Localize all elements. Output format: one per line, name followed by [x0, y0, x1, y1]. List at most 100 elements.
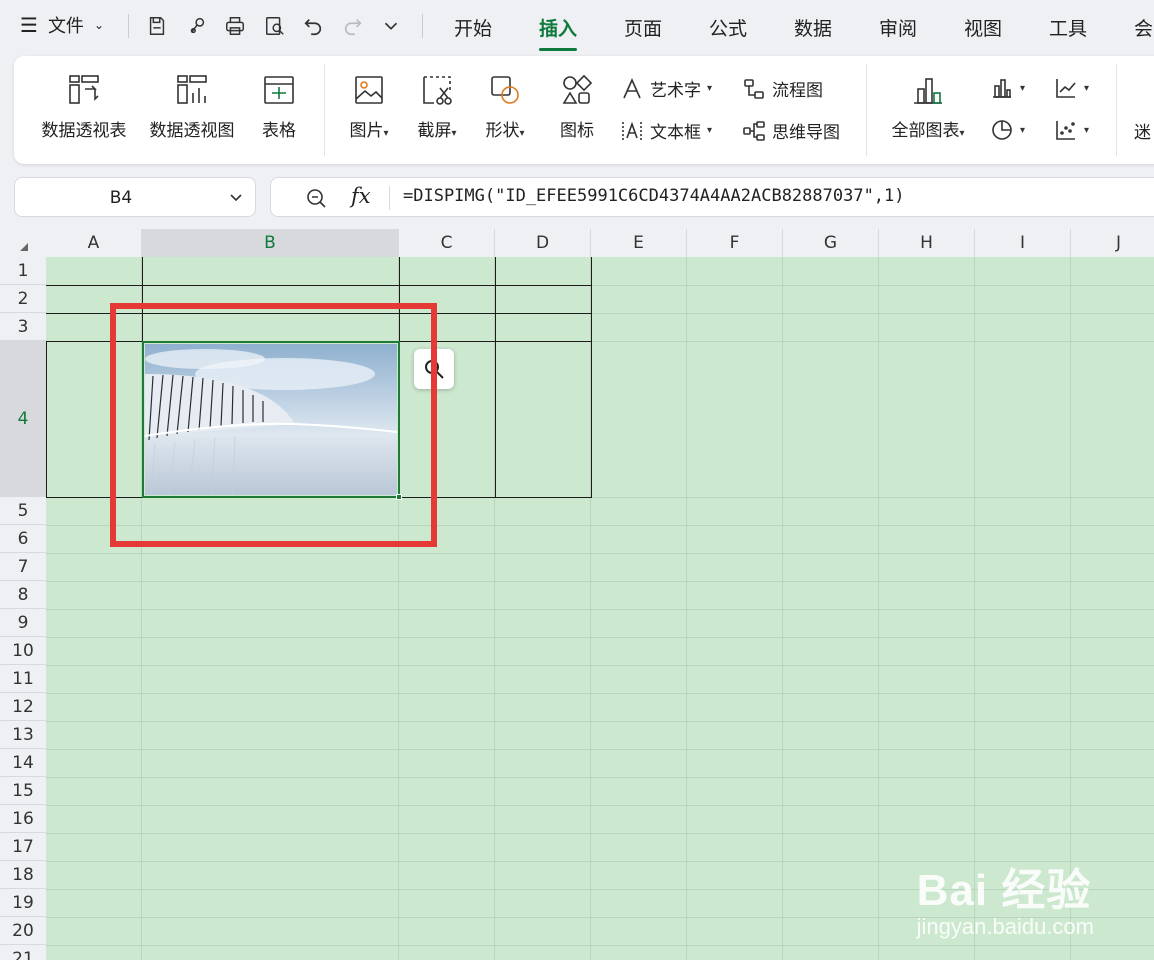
tab-formula[interactable]: 公式	[709, 14, 747, 41]
insert-function-icon[interactable]: fx	[351, 184, 371, 208]
tab-tools[interactable]: 工具	[1049, 14, 1087, 41]
column-header-d[interactable]: D	[495, 229, 591, 257]
row-header-1[interactable]: 1	[0, 257, 46, 285]
ribbon-divider	[1116, 64, 1117, 156]
row-header-13[interactable]: 13	[0, 721, 46, 749]
column-header-a[interactable]: A	[46, 229, 142, 257]
row-header-15[interactable]: 15	[0, 777, 46, 805]
tab-home[interactable]: 开始	[454, 14, 492, 41]
row-header-6[interactable]: 6	[0, 525, 46, 553]
wordart-button[interactable]: 艺术字 ▾	[620, 76, 712, 101]
shape-label: 形状▾	[485, 121, 525, 141]
row-header-5[interactable]: 5	[0, 497, 46, 525]
scatter-chart-button[interactable]: ▾	[1054, 118, 1089, 142]
picture-button[interactable]: 图片▾	[342, 70, 396, 141]
ribbon-insert: 数据透视表 数据透视图 表格 图片▾ 截屏▾ 形状▾ 图标 艺术字 ▾ 文本框 …	[14, 56, 1154, 164]
flowchart-button[interactable]: 流程图	[742, 76, 823, 101]
tab-insert[interactable]: 插入	[539, 14, 578, 51]
scissors-icon	[417, 70, 457, 110]
chevron-down-icon: ▾	[1020, 124, 1026, 136]
column-header-b[interactable]: B	[142, 229, 399, 257]
row-header-17[interactable]: 17	[0, 833, 46, 861]
icon-button[interactable]: 图标	[554, 70, 600, 141]
gridline	[46, 637, 1154, 638]
textbox-button[interactable]: 文本框 ▾	[620, 118, 712, 143]
gridline	[46, 665, 1154, 666]
watermark-logo-text: Bai 经验	[916, 866, 1092, 915]
ribbon-divider	[866, 64, 867, 156]
chevron-down-icon: ▾	[707, 125, 713, 136]
wordart-label: 艺术字	[650, 81, 701, 101]
link-icon[interactable]	[184, 13, 210, 39]
all-charts-button[interactable]: 全部图表▾	[882, 70, 974, 141]
chevron-down-icon[interactable]	[229, 190, 243, 209]
gridline	[46, 805, 1154, 806]
file-menu-label: 文件	[47, 16, 84, 37]
print-icon[interactable]	[222, 13, 248, 39]
name-box[interactable]: B4	[14, 177, 256, 217]
select-all-corner[interactable]	[0, 229, 46, 257]
line-chart-button[interactable]: ▾	[1054, 76, 1089, 100]
tab-data[interactable]: 数据	[794, 14, 832, 41]
icon-label: 图标	[560, 121, 594, 141]
textbox-label: 文本框	[650, 123, 701, 143]
wordart-icon	[623, 77, 641, 98]
row-header-12[interactable]: 12	[0, 693, 46, 721]
row-header-19[interactable]: 19	[0, 889, 46, 917]
pie-chart-button[interactable]: ▾	[990, 118, 1025, 142]
column-header-f[interactable]: F	[687, 229, 783, 257]
row-header-4[interactable]: 4	[0, 341, 46, 497]
pivot-table-button[interactable]: 数据透视表	[38, 70, 130, 141]
mindmap-button[interactable]: 思维导图	[742, 118, 840, 143]
row-header-2[interactable]: 2	[0, 285, 46, 313]
tab-view[interactable]: 视图	[964, 14, 1002, 41]
customize-chevron-icon[interactable]	[378, 13, 404, 39]
zoom-out-icon[interactable]	[305, 187, 327, 213]
tab-page[interactable]: 页面	[624, 14, 662, 41]
column-header-e[interactable]: E	[591, 229, 687, 257]
row-header-8[interactable]: 8	[0, 581, 46, 609]
save-icon[interactable]	[144, 13, 170, 39]
row-header-7[interactable]: 7	[0, 553, 46, 581]
line-chart-icon	[1056, 79, 1076, 98]
row-header-11[interactable]: 11	[0, 665, 46, 693]
row-header-16[interactable]: 16	[0, 805, 46, 833]
sparkline-button[interactable]: 迷	[1134, 118, 1151, 143]
formula-bar[interactable]: fx =DISPIMG("ID_EFEE5991C6CD4374A4AA2ACB…	[270, 177, 1154, 217]
column-header-i[interactable]: I	[975, 229, 1071, 257]
row-header-9[interactable]: 9	[0, 609, 46, 637]
print-preview-icon[interactable]	[262, 13, 288, 39]
watermark: Bai 经验 jingyan.baidu.com	[917, 854, 1094, 940]
pivot-chart-button[interactable]: 数据透视图	[146, 70, 238, 141]
gridline	[46, 777, 1154, 778]
row-header-20[interactable]: 20	[0, 917, 46, 945]
column-header-h[interactable]: H	[879, 229, 975, 257]
all-charts-label: 全部图表▾	[891, 121, 965, 141]
column-header-row: ABCDEFGHIJ	[0, 229, 1154, 257]
formula-input[interactable]: =DISPIMG("ID_EFEE5991C6CD4374A4AA2ACB828…	[403, 186, 905, 206]
spreadsheet-grid: ABCDEFGHIJ Bai 经验 jingyan.baidu.com 1 2 …	[0, 229, 1154, 960]
menu-bar: ☰ 文件 ⌄ 开始 插入 页面 公式 数据 审阅 视图 工具 会	[0, 0, 1154, 54]
row-header-21[interactable]: 21	[0, 945, 46, 960]
screenshot-button[interactable]: 截屏▾	[410, 70, 464, 141]
column-chart-button[interactable]: ▾	[990, 76, 1025, 100]
redo-icon[interactable]	[340, 13, 366, 39]
picture-label: 图片▾	[349, 121, 389, 141]
row-header-3[interactable]: 3	[0, 313, 46, 341]
table-button[interactable]: 表格	[256, 70, 302, 141]
divider	[128, 14, 129, 38]
tab-member[interactable]: 会	[1134, 14, 1153, 41]
undo-icon[interactable]	[300, 13, 326, 39]
column-header-j[interactable]: J	[1071, 229, 1154, 257]
file-menu[interactable]: ☰ 文件 ⌄	[20, 12, 104, 38]
tab-review[interactable]: 审阅	[879, 14, 917, 41]
column-header-g[interactable]: G	[783, 229, 879, 257]
ribbon-divider	[324, 64, 325, 156]
shape-button[interactable]: 形状▾	[478, 70, 532, 141]
column-header-c[interactable]: C	[399, 229, 495, 257]
row-header-14[interactable]: 14	[0, 749, 46, 777]
table-label: 表格	[262, 121, 296, 141]
row-header-10[interactable]: 10	[0, 637, 46, 665]
row-header-18[interactable]: 18	[0, 861, 46, 889]
cell-border	[46, 285, 592, 286]
